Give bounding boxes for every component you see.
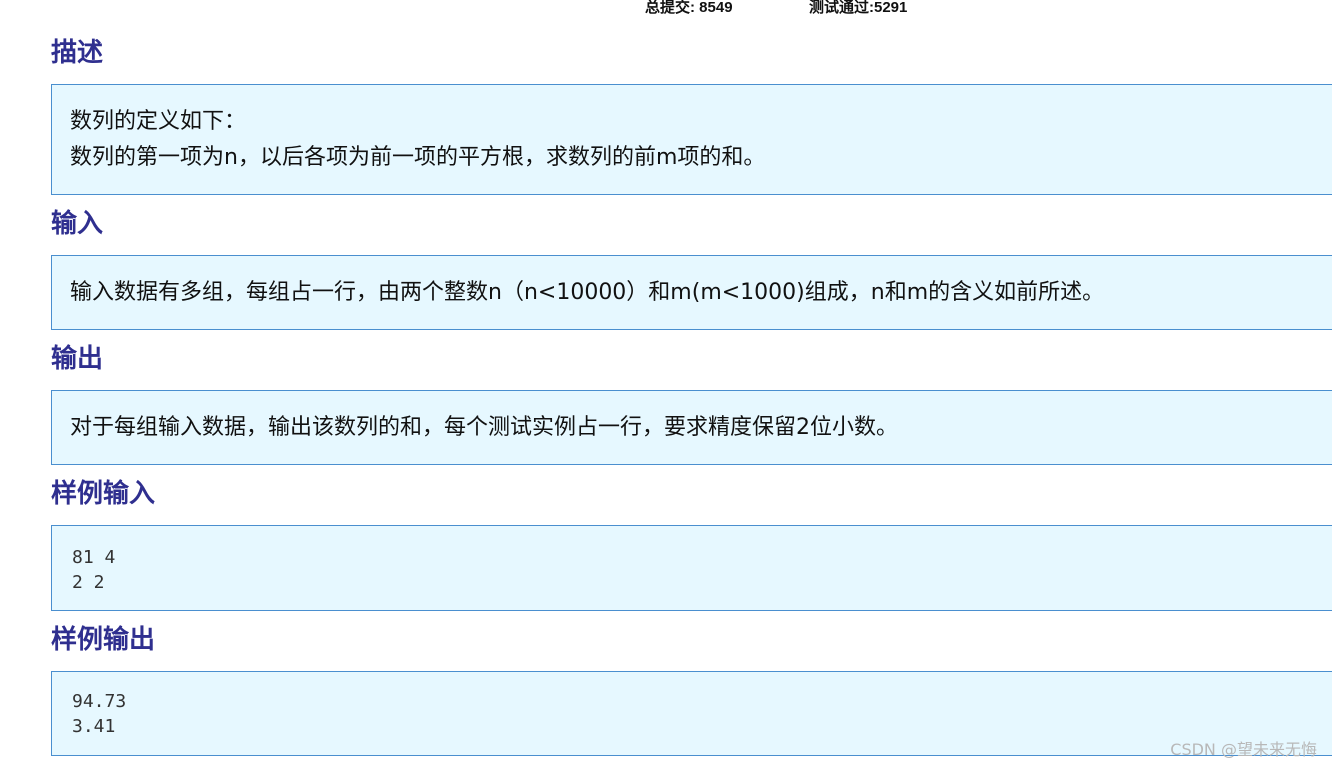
sample-output-line-1: 94.73 [72, 691, 127, 712]
input-panel: 输入数据有多组，每组占一行，由两个整数n（n<10000）和m(m<1000)组… [51, 255, 1332, 330]
sample-input-line-2: 2 2 [72, 572, 105, 593]
description-panel: 数列的定义如下： 数列的第一项为n，以后各项为前一项的平方根，求数列的前m项的和… [51, 84, 1332, 195]
sample-output-panel: 94.73 3.41 [51, 671, 1332, 756]
sample-input-panel: 81 4 2 2 [51, 525, 1332, 611]
sample-input-line-1: 81 4 [72, 547, 116, 568]
output-description: 对于每组输入数据，输出该数列的和，每个测试实例占一行，要求精度保留2位小数。 [70, 415, 898, 440]
csdn-watermark: CSDN @望未来无悔 [1170, 740, 1317, 759]
total-submissions: 总提交: 8549 [645, 0, 733, 16]
input-heading: 输入 [51, 209, 104, 239]
description-line-1: 数列的定义如下： [70, 109, 247, 134]
test-passed-count: 测试通过:5291 [809, 0, 908, 16]
description-heading: 描述 [51, 38, 104, 68]
sample-input-heading: 样例输入 [51, 479, 156, 509]
sample-output-line-2: 3.41 [72, 716, 116, 737]
input-description: 输入数据有多组，每组占一行，由两个整数n（n<10000）和m(m<1000)组… [70, 280, 1105, 305]
output-panel: 对于每组输入数据，输出该数列的和，每个测试实例占一行，要求精度保留2位小数。 [51, 390, 1332, 465]
description-line-2: 数列的第一项为n，以后各项为前一项的平方根，求数列的前m项的和。 [70, 145, 766, 170]
output-heading: 输出 [51, 344, 104, 374]
sample-output-heading: 样例输出 [51, 625, 156, 655]
